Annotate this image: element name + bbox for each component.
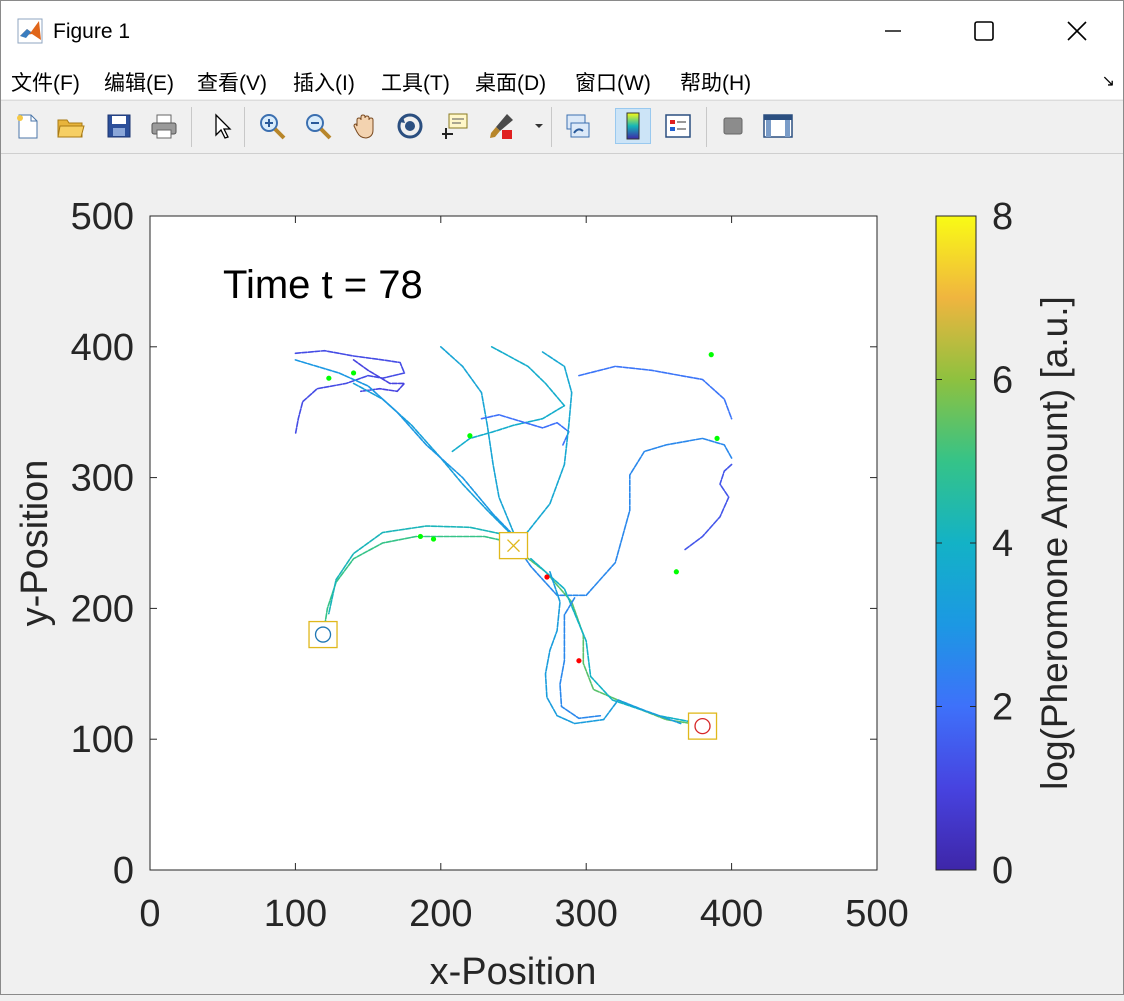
colorbar-tick-label: 6	[992, 360, 1013, 402]
new-figure-icon	[17, 114, 38, 139]
toolbar-separator	[244, 107, 245, 147]
colorbar-tick-label: 4	[992, 523, 1013, 565]
x-tick-label: 400	[700, 893, 763, 935]
figure-toolbar	[1, 100, 1123, 154]
new-figure-button[interactable]	[9, 108, 45, 144]
menu-edit[interactable]: 编辑(E)	[104, 67, 174, 97]
x-tick-label: 500	[845, 893, 908, 935]
x-axis-label: x-Position	[430, 951, 597, 993]
minimize-button[interactable]	[847, 1, 939, 61]
hide-plot-tools-icon	[723, 117, 743, 135]
matlab-icon	[17, 18, 43, 44]
brush-dropdown-button[interactable]	[530, 108, 548, 144]
zoom-in-button[interactable]	[254, 108, 290, 144]
open-file-button[interactable]	[53, 108, 89, 144]
save-icon	[107, 114, 131, 138]
colorbar-tick-label: 2	[992, 687, 1013, 729]
menu-view[interactable]: 查看(V)	[197, 67, 267, 97]
food-source-box	[308, 620, 338, 649]
ant-searching-point	[708, 352, 714, 358]
edit-plot-button[interactable]	[203, 108, 239, 144]
colorbar-label: log(Pheromone Amount) [a.u.]	[1034, 296, 1075, 790]
legend-icon	[665, 114, 691, 138]
hide-plot-tools-button[interactable]	[715, 108, 751, 144]
y-tick-label: 200	[71, 588, 134, 630]
y-tick-label: 400	[71, 327, 134, 369]
y-tick-label: 0	[113, 850, 134, 892]
time-annotation: Time t = 78	[223, 263, 423, 307]
colorbar-tick-label: 0	[992, 850, 1013, 892]
toolbar-separator	[706, 107, 707, 147]
ant-returning-point	[576, 658, 582, 664]
brush-icon	[490, 114, 513, 139]
x-tick-label: 100	[264, 893, 327, 935]
zoom-out-button[interactable]	[300, 108, 336, 144]
insert-colorbar-button[interactable]	[615, 108, 651, 144]
y-tick-label: 300	[71, 458, 134, 500]
food-source-box	[687, 712, 718, 740]
colorbar-tick-label: 8	[992, 196, 1013, 238]
close-icon	[1067, 21, 1087, 41]
window-title: Figure 1	[53, 20, 131, 43]
pan-button[interactable]	[347, 108, 383, 144]
rotate-3d-button[interactable]	[392, 108, 428, 144]
data-cursor-button[interactable]	[438, 108, 474, 144]
maximize-button[interactable]	[938, 1, 1030, 61]
x-tick-label: 200	[409, 893, 472, 935]
ant-searching-point	[673, 569, 679, 575]
menu-desktop[interactable]: 桌面(D)	[475, 67, 546, 97]
colorbar-icon	[626, 112, 640, 140]
close-button[interactable]	[1031, 1, 1123, 61]
toolbar-separator	[191, 107, 192, 147]
ant-searching-point	[714, 435, 720, 441]
brush-button[interactable]	[484, 108, 520, 144]
menu-help[interactable]: 帮助(H)	[680, 67, 751, 97]
ant-searching-point	[326, 375, 332, 381]
y-axis-label: y-Position	[14, 460, 56, 627]
save-button[interactable]	[101, 108, 137, 144]
dock-arrow-icon[interactable]: ↘	[1102, 71, 1115, 91]
menu-bar: 文件(F) 编辑(E) 查看(V) 插入(I) 工具(T) 桌面(D) 窗口(W…	[1, 61, 1123, 99]
title-bar: Figure 1	[1, 1, 1123, 61]
edit-plot-icon	[215, 113, 232, 139]
show-plot-tools-button[interactable]	[760, 108, 796, 144]
y-tick-label: 100	[71, 719, 134, 761]
link-plot-icon	[566, 114, 590, 138]
ant-searching-point	[350, 370, 357, 376]
y-tick-label: 500	[71, 196, 134, 238]
ant-searching-point	[430, 536, 437, 542]
ant-searching-point	[467, 433, 473, 439]
figure-canvas: 0 0 100 100 200 200 300 300 400 400 500 500 Time t …	[1, 154, 1124, 996]
ant-searching-point	[417, 533, 424, 540]
print-button[interactable]	[146, 108, 182, 144]
x-tick-label: 300	[554, 893, 617, 935]
link-plot-button[interactable]	[560, 108, 596, 144]
plot-svg: 00100100200200300300400400500500 Time t …	[14, 196, 1075, 993]
menu-tools[interactable]: 工具(T)	[381, 67, 450, 97]
zoom-out-icon	[306, 114, 332, 140]
zoom-in-icon	[260, 114, 286, 140]
insert-legend-button[interactable]	[660, 108, 696, 144]
menu-file[interactable]: 文件(F)	[11, 67, 80, 97]
show-plot-tools-icon	[763, 114, 793, 138]
chevron-down-icon	[535, 124, 543, 128]
maximize-icon	[974, 21, 994, 41]
menu-window[interactable]: 窗口(W)	[575, 67, 651, 97]
print-icon	[151, 114, 177, 139]
x-tick-label: 0	[139, 893, 160, 935]
menu-insert[interactable]: 插入(I)	[293, 67, 355, 97]
toolbar-separator	[551, 107, 552, 147]
minimize-icon	[885, 30, 901, 32]
pan-icon	[353, 114, 374, 139]
rotate-3d-icon	[397, 113, 423, 139]
ant-returning-point	[544, 574, 550, 580]
data-cursor-icon	[442, 113, 468, 139]
open-file-icon	[57, 119, 85, 138]
figure-window: Figure 1 文件(F) 编辑(E) 查看(V) 插入(I) 工具(T) 桌…	[0, 0, 1124, 995]
